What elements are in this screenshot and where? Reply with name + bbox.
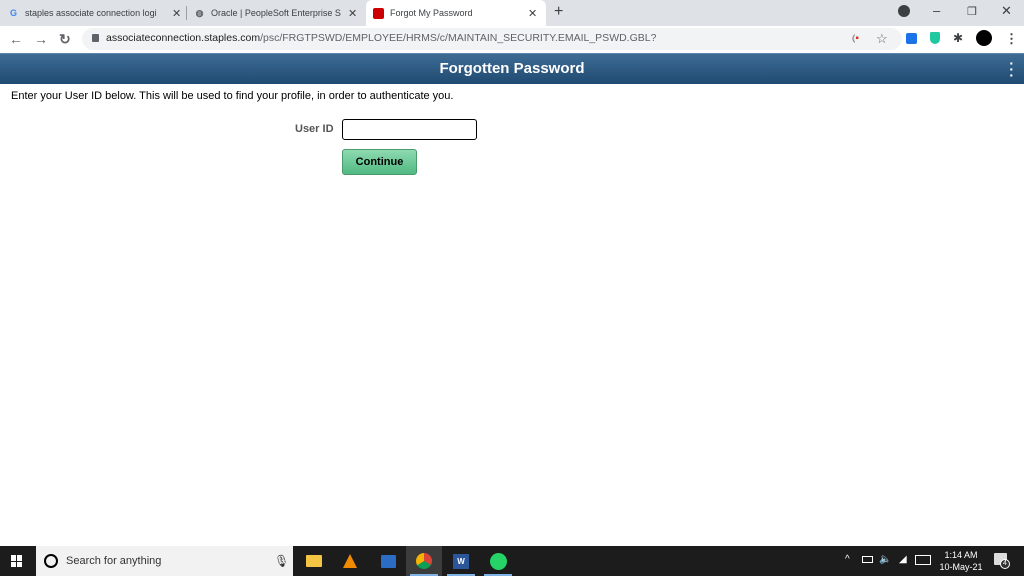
windows-taskbar: Search for anything 🎙 W ^ 🔈 ◢ 1:14 AM 10…	[0, 546, 1024, 576]
lock-icon	[92, 34, 99, 42]
remote-desktop-icon[interactable]	[370, 546, 406, 576]
close-tab-icon[interactable]: ✕	[528, 7, 537, 20]
tab-oracle-peoplesoft[interactable]: ◍ Oracle | PeopleSoft Enterprise Sig ✕	[194, 0, 364, 26]
continue-button[interactable]: Continue	[342, 149, 417, 175]
tab-title: staples associate connection logi	[25, 8, 157, 18]
page-title: Forgotten Password	[439, 60, 585, 77]
close-window-icon[interactable]: ✕	[1001, 3, 1012, 19]
close-tab-icon[interactable]: ✕	[348, 7, 357, 20]
browser-tab-bar: G staples associate connection logi ✕ ◍ …	[0, 0, 1024, 26]
browser-toolbar: ← → ↻ associateconnection.staples.com/ps…	[0, 26, 1024, 53]
forward-icon[interactable]: →	[34, 31, 48, 47]
user-id-input[interactable]	[342, 119, 477, 140]
extension-shield-icon[interactable]	[930, 32, 940, 44]
url-text[interactable]: associateconnection.staples.com/psc/FRGT…	[106, 32, 656, 44]
tab-title: Forgot My Password	[390, 8, 473, 18]
extensions-puzzle-icon[interactable]: ✱	[953, 31, 963, 45]
actions-menu-icon[interactable]: · · ·	[1009, 56, 1014, 82]
restore-icon[interactable]: ❐	[967, 5, 977, 18]
notification-count-badge: 4	[1000, 559, 1010, 569]
back-icon[interactable]: ←	[9, 31, 23, 47]
instructions-text: Enter your User ID below. This will be u…	[11, 90, 454, 102]
battery-icon[interactable]	[862, 556, 873, 563]
show-hidden-icons-chevron[interactable]: ^	[845, 554, 850, 565]
extension-screen-icon[interactable]	[906, 33, 917, 44]
bookmark-star-icon[interactable]: ☆	[876, 31, 888, 47]
clock-date: 10-May-21	[939, 562, 983, 572]
page-header: Forgotten Password · · ·	[0, 53, 1024, 84]
volume-icon[interactable]: 🔈	[879, 554, 891, 565]
tab-forgot-password[interactable]: Forgot My Password ✕	[366, 0, 546, 26]
browser-menu-icon[interactable]: ⋮	[1005, 31, 1018, 47]
address-bar[interactable]: associateconnection.staples.com/psc/FRGT…	[82, 28, 902, 50]
microphone-icon[interactable]: 🎙	[274, 554, 289, 568]
url-path: /psc/FRGTPSWD/EMPLOYEE/HRMS/c/MAINTAIN_S…	[260, 32, 657, 44]
clock-time: 1:14 AM	[944, 550, 978, 560]
windows-start-icon[interactable]	[11, 555, 23, 567]
staples-icon	[373, 7, 384, 19]
taskbar-search-box[interactable]: Search for anything 🎙	[36, 546, 293, 576]
tab-separator	[186, 6, 187, 20]
globe-icon: ◍	[195, 7, 204, 18]
word-icon[interactable]: W	[443, 546, 479, 576]
keyboard-icon[interactable]	[915, 555, 931, 565]
profile-avatar[interactable]	[976, 30, 992, 46]
site-permission-icon[interactable]: ⦅▪	[852, 33, 859, 44]
whatsapp-icon[interactable]	[480, 546, 516, 576]
file-explorer-icon[interactable]	[296, 546, 332, 576]
wifi-icon[interactable]: ◢	[899, 554, 907, 565]
close-tab-icon[interactable]: ✕	[172, 7, 181, 20]
new-tab-button[interactable]: +	[554, 3, 563, 21]
chrome-icon[interactable]	[406, 546, 442, 576]
tab-staples-search[interactable]: G staples associate connection logi ✕	[8, 0, 184, 26]
minimize-icon[interactable]: –	[933, 3, 940, 18]
google-icon: G	[9, 8, 17, 18]
tab-title: Oracle | PeopleSoft Enterprise Sig	[211, 8, 341, 18]
reload-icon[interactable]: ↻	[59, 31, 71, 48]
system-clock[interactable]: 1:14 AM 10-May-21	[937, 549, 985, 573]
taskbar-search-placeholder: Search for anything	[66, 555, 162, 567]
cortana-icon	[44, 554, 58, 568]
vlc-icon[interactable]	[332, 546, 368, 576]
profile-menu-icon[interactable]	[898, 5, 910, 17]
url-domain: associateconnection.staples.com	[106, 32, 261, 44]
user-id-label: User ID	[295, 123, 334, 135]
